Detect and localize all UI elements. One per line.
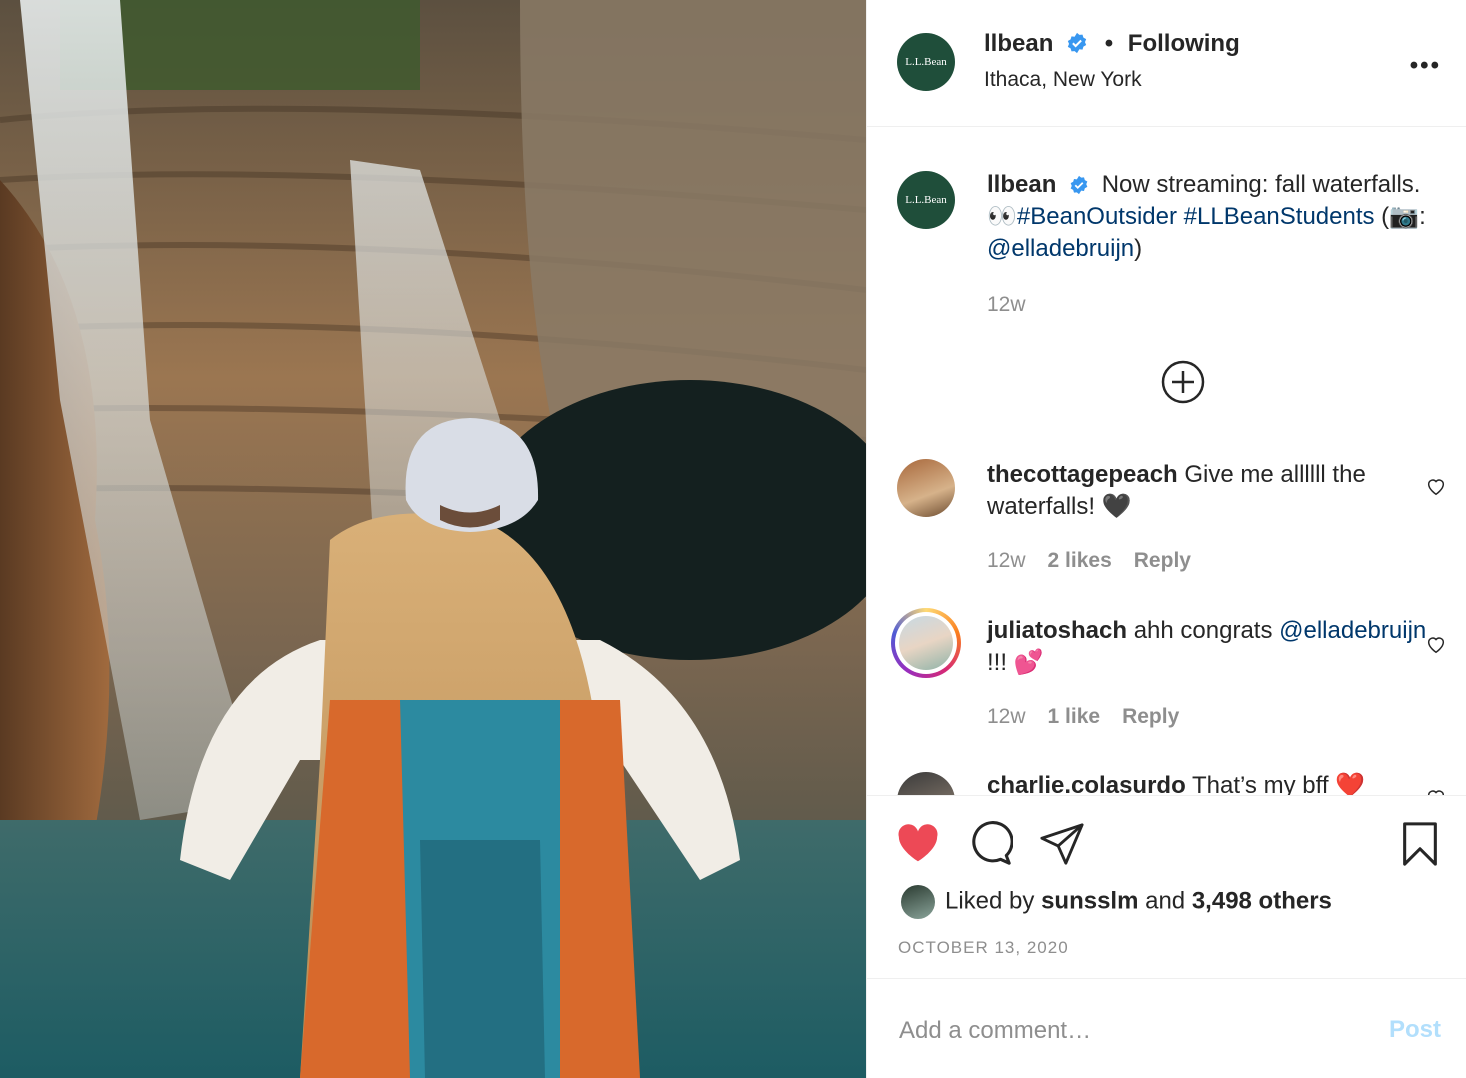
comment-input[interactable] [897, 1010, 1341, 1052]
caption-age[interactable]: 12w [987, 293, 1026, 316]
logo-text: L.L.Bean [905, 56, 947, 68]
hashtag-llbeanstudents[interactable]: #LLBeanStudents [1184, 203, 1375, 230]
liker-avatar[interactable] [901, 885, 935, 919]
comment-text: charlie.colasurdo That’s my bff ❤️ [987, 770, 1427, 796]
black-heart-emoji: 🖤 [1101, 493, 1132, 520]
comment-body-2: !!! [987, 649, 1014, 676]
more-options-icon[interactable]: ••• [1410, 52, 1441, 80]
comment-username[interactable]: juliatoshach [987, 617, 1127, 644]
save-bookmark-icon[interactable] [1397, 821, 1443, 867]
comments-section[interactable]: L.L.Bean llbean Now streaming: fall wate… [867, 128, 1466, 796]
comment-meta: 12w 1 like Reply [987, 705, 1201, 729]
commenter-avatar-story-ring[interactable] [891, 608, 961, 678]
comment-body: ahh congrats [1133, 617, 1273, 644]
commenter-avatar[interactable] [897, 772, 955, 795]
caption-username[interactable]: llbean [987, 171, 1056, 198]
caption-text: llbean Now streaming: fall waterfalls. 👀… [987, 169, 1427, 265]
red-heart-emoji: ❤️ [1335, 772, 1366, 796]
post-side-panel: L.L.Bean llbean • Following Ithaca, New … [866, 0, 1466, 1078]
post-location[interactable]: Ithaca, New York [984, 68, 1142, 92]
post-actions: Liked by sunsslm and 3,498 others OCTOBE… [867, 797, 1466, 979]
liked-by-line: Liked by sunsslm and 3,498 others [901, 885, 1332, 919]
comment-bubble-icon[interactable] [967, 821, 1013, 867]
like-comment-heart-icon[interactable] [1425, 786, 1447, 796]
liked-prefix: Liked by [945, 887, 1042, 915]
comment-meta: 12w 2 likes Reply [987, 549, 1213, 573]
comment-text: thecottagepeach Give me allllll the wate… [987, 459, 1427, 523]
reply-button[interactable]: Reply [1122, 705, 1179, 728]
mention-elladebruijn[interactable]: @elladebruijn [987, 235, 1134, 262]
paren-close: ) [1134, 235, 1143, 262]
comment-username[interactable]: thecottagepeach [987, 461, 1178, 488]
colon: : [1419, 203, 1426, 230]
caption-body: Now streaming: fall waterfalls. [1101, 171, 1421, 198]
comment-body: That’s my bff [1191, 772, 1336, 796]
camera-emoji: 📷 [1389, 203, 1420, 230]
liked-user[interactable]: sunsslm [1041, 887, 1138, 914]
separator-dot: • [1104, 30, 1114, 57]
mention-elladebruijn[interactable]: @elladebruijn [1279, 617, 1426, 644]
liked-heart-icon[interactable] [895, 821, 941, 867]
eyes-emoji: 👀 [987, 203, 1017, 230]
comment-text: juliatoshach ahh congrats @elladebruijn … [987, 615, 1427, 679]
commenter-avatar[interactable] [897, 459, 955, 517]
post-photo[interactable] [0, 0, 866, 1078]
hashtag-beanoutsider[interactable]: #BeanOutsider [1017, 203, 1177, 230]
logo-text: L.L.Bean [905, 194, 947, 206]
like-comment-heart-icon[interactable] [1425, 475, 1447, 497]
caption-avatar[interactable]: L.L.Bean [897, 171, 955, 229]
comment-age[interactable]: 12w [987, 549, 1026, 572]
comment-age[interactable]: 12w [987, 705, 1026, 728]
post-date[interactable]: OCTOBER 13, 2020 [898, 938, 1069, 958]
caption-meta: 12w [987, 293, 1048, 317]
comment-likes[interactable]: 1 like [1048, 705, 1101, 728]
verified-badge-icon [1067, 32, 1087, 54]
two-hearts-emoji: 💕 [1013, 649, 1044, 676]
comment-likes[interactable]: 2 likes [1048, 549, 1112, 572]
share-paper-plane-icon[interactable] [1039, 821, 1085, 867]
header-username[interactable]: llbean [984, 30, 1053, 57]
paren-open: ( [1374, 203, 1390, 230]
verified-badge-icon [1070, 175, 1088, 195]
add-comment-bar: Post [867, 980, 1466, 1078]
post-header: L.L.Bean llbean • Following Ithaca, New … [867, 0, 1466, 127]
following-button[interactable]: Following [1128, 30, 1240, 57]
load-more-comments-icon[interactable] [1161, 360, 1205, 404]
comment-username[interactable]: charlie.colasurdo [987, 772, 1186, 795]
liked-and: and [1138, 887, 1192, 915]
liked-others[interactable]: 3,498 others [1192, 887, 1332, 914]
post-comment-button[interactable]: Post [1389, 1016, 1441, 1044]
like-comment-heart-icon[interactable] [1425, 633, 1447, 655]
waterfall-hiker-image [0, 0, 866, 1078]
commenter-avatar [899, 616, 953, 670]
header-user-line: llbean • Following [984, 30, 1240, 58]
reply-button[interactable]: Reply [1134, 549, 1191, 572]
llbean-avatar[interactable]: L.L.Bean [897, 33, 955, 91]
